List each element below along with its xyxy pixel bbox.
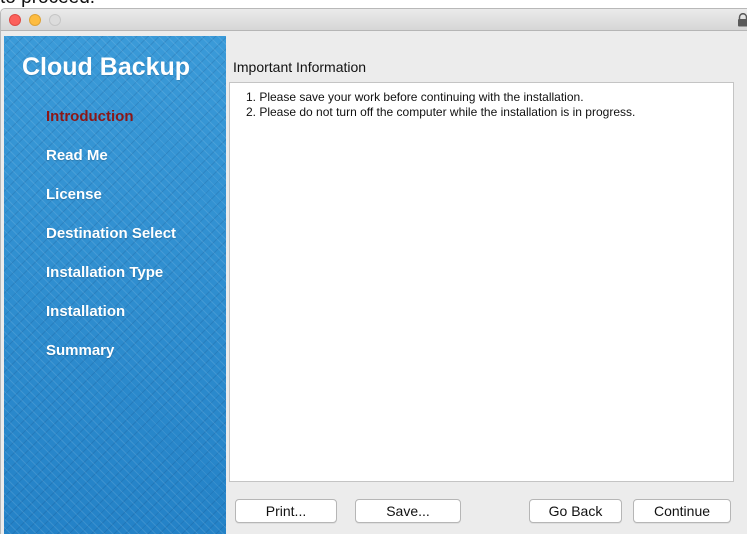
information-item: 1. Please save your work before continui… [246,90,584,104]
step-destination-select: Destination Select [46,225,177,242]
background-document-text: to proceed. [0,0,95,8]
minimize-window-button[interactable] [29,14,41,26]
section-title: Important Information [233,59,367,75]
information-list: 1. Please save your work before continui… [246,90,635,120]
information-text-area[interactable]: 1. Please save your work before continui… [229,82,734,482]
step-installation: Installation [46,303,126,320]
step-installation-type: Installation Type [46,264,164,281]
step-read-me: Read Me [46,147,108,164]
step-introduction: Introduction [46,108,134,125]
app-title: Cloud Backup [22,53,191,81]
installer-sidebar: Cloud Backup Introduction Read Me Licens… [4,36,226,534]
close-window-button[interactable] [9,14,21,26]
save-button[interactable]: Save... [355,499,461,523]
zoom-window-button[interactable] [49,14,61,26]
installation-steps: Introduction Read Me License Destination… [46,107,176,380]
continue-button[interactable]: Continue [633,499,731,523]
title-bar[interactable] [1,9,747,31]
information-item: 2. Please do not turn off the computer w… [246,105,636,119]
print-button[interactable]: Print... [235,499,337,523]
step-license: License [46,186,102,203]
step-summary: Summary [46,342,115,359]
lock-icon [738,13,747,27]
go-back-button[interactable]: Go Back [529,499,622,523]
background-document-text-fragment: to proceed. [0,0,747,8]
